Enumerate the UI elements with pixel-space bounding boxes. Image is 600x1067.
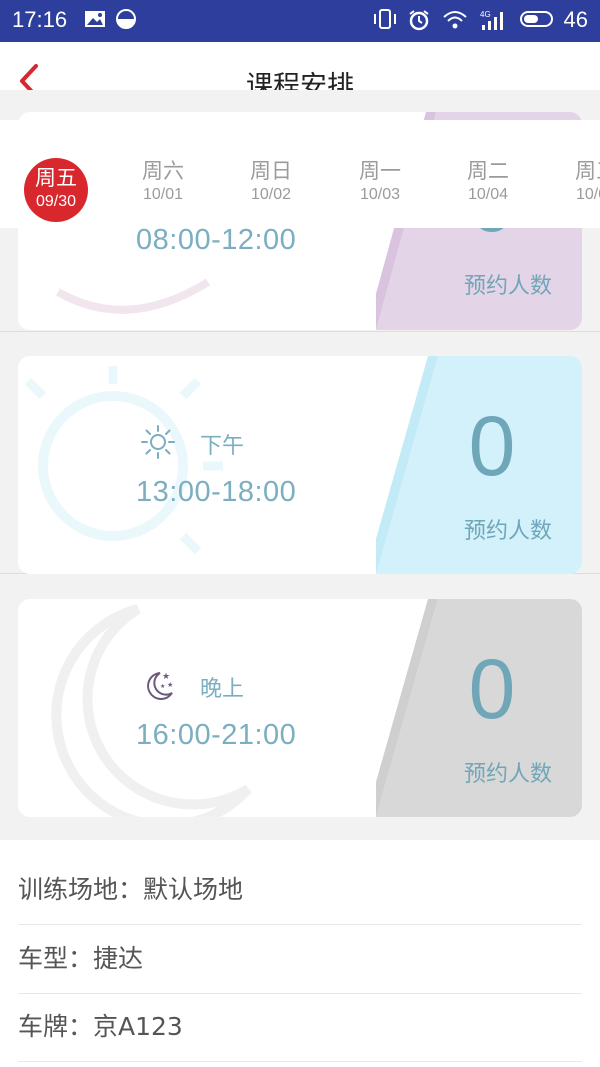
battery-level: 46	[563, 7, 588, 32]
date-tab-4[interactable]: 周二 10/04	[453, 158, 523, 218]
status-bar: 17:16 4G 46	[0, 0, 600, 42]
date-tab-1[interactable]: 周六 10/01	[128, 158, 198, 218]
plate-info: 车牌：京A123	[18, 993, 582, 1062]
date-tab-weekday: 周五	[35, 166, 77, 190]
date-tab-date: 10/05	[575, 186, 600, 203]
session-time: 16:00-21:00	[136, 719, 297, 751]
status-time: 17:16	[12, 7, 68, 32]
date-tab-date: 10/02	[250, 186, 292, 203]
date-tab-weekday: 周日	[250, 159, 292, 183]
date-tab-2[interactable]: 周日 10/02	[236, 158, 306, 218]
session-card-afternoon[interactable]: 下午 13:00-18:00 0 预约人数	[18, 356, 582, 574]
date-tab-date: 10/01	[142, 186, 184, 203]
session-label: 晚上	[200, 677, 245, 702]
date-tab-3[interactable]: 周一 10/03	[345, 158, 415, 218]
date-tab-weekday: 周三	[575, 159, 600, 183]
date-tab-date: 09/30	[35, 193, 77, 210]
wifi-icon	[442, 9, 468, 35]
venue-info: 训练场地：默认场地	[18, 856, 582, 925]
date-tab-weekday: 周六	[142, 159, 184, 183]
alarm-icon	[408, 9, 430, 35]
session-label: 下午	[200, 434, 245, 459]
session-row-afternoon: 下午 13:00-18:00 0 预约人数	[0, 332, 600, 574]
session-card-evening[interactable]: ★ ★ ★ 晚上 16:00-21:00 0 预约人数	[18, 599, 582, 817]
vibrate-icon	[372, 9, 398, 33]
session-row-evening: ★ ★ ★ 晚上 16:00-21:00 0 预约人数	[0, 574, 600, 840]
date-tab-0[interactable]: 周五 09/30	[24, 158, 88, 222]
sun-bg-decoration	[24, 366, 223, 555]
session-time: 13:00-18:00	[136, 476, 297, 508]
moon-bg-decoration	[51, 604, 252, 817]
date-selector: 周五 09/30 周六 10/01 周日 10/02 周一 10/03 周二 1…	[0, 120, 600, 228]
booking-count: 0	[468, 399, 516, 493]
date-tab-date: 10/04	[467, 186, 509, 203]
svg-text:★: ★	[160, 683, 165, 690]
date-tab-weekday: 周一	[359, 159, 401, 183]
date-tab-date: 10/03	[359, 186, 401, 203]
image-icon	[84, 9, 106, 33]
car-model-info: 车型：捷达	[18, 925, 582, 994]
moon-stars-icon: ★ ★ ★	[147, 672, 173, 700]
session-time: 08:00-12:00	[136, 224, 297, 256]
booking-count-label: 预约人数	[463, 519, 552, 544]
signal-4g-icon: 4G	[478, 9, 506, 35]
data-saver-icon	[116, 9, 136, 33]
vehicle-info: 训练场地：默认场地 车型：捷达 车牌：京A123	[0, 840, 600, 1067]
booking-count-label: 预约人数	[463, 274, 552, 299]
svg-text:★: ★	[167, 681, 173, 689]
battery-icon	[520, 9, 556, 33]
booking-count-label: 预约人数	[463, 762, 552, 787]
svg-text:4G: 4G	[480, 10, 491, 19]
date-tab-weekday: 周二	[467, 159, 509, 183]
sun-icon	[141, 425, 175, 459]
booking-count: 0	[468, 642, 516, 736]
date-tab-5[interactable]: 周三 10/05	[561, 158, 600, 218]
